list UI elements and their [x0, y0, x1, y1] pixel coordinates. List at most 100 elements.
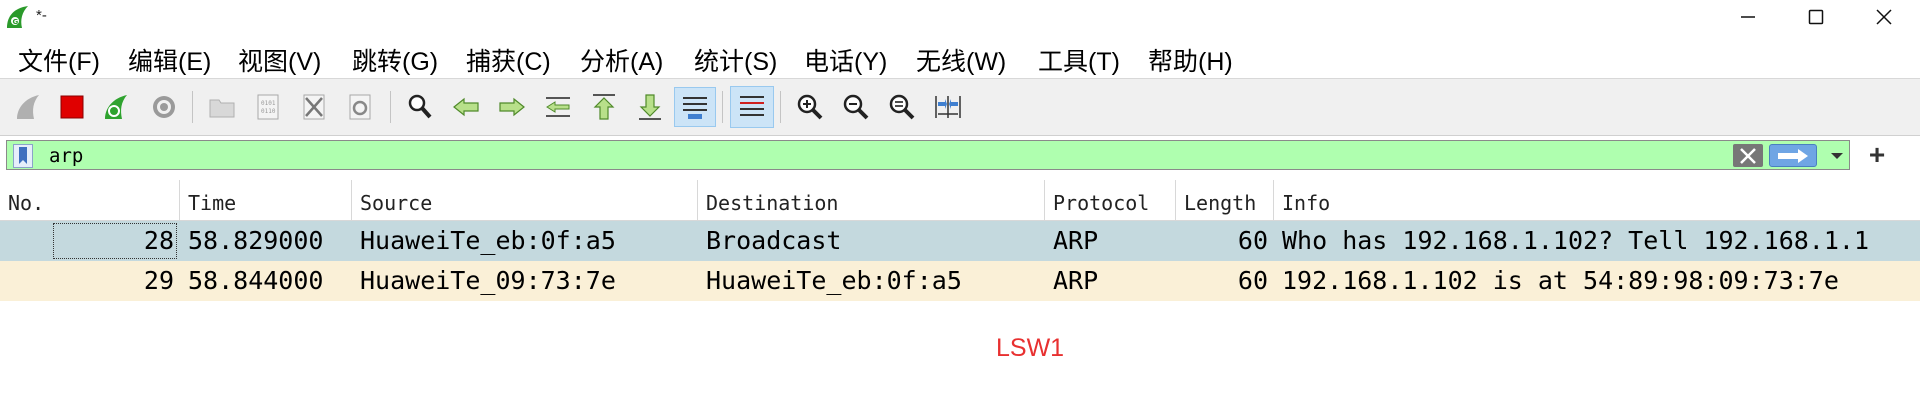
packet-destination: Broadcast [706, 226, 842, 255]
go-to-packet-button[interactable] [540, 89, 576, 125]
close-file-button[interactable] [296, 89, 332, 125]
find-packet-button[interactable] [402, 89, 438, 125]
title-bar: G *- [0, 0, 1920, 34]
zoom-normal-icon [889, 94, 915, 120]
filter-history-dropdown[interactable] [1827, 145, 1847, 167]
gear-icon [153, 96, 175, 118]
menu-view[interactable]: 视图(V) [236, 40, 323, 80]
arrow-down-icon [639, 94, 661, 120]
packet-info: 192.168.1.102 is at 54:89:98:09:73:7e [1282, 266, 1839, 295]
restart-capture-button[interactable] [98, 89, 134, 125]
menu-file[interactable]: 文件(F) [16, 40, 102, 80]
column-header-info[interactable]: Info [1274, 180, 1920, 220]
menu-go[interactable]: 跳转(G) [350, 40, 440, 80]
toolbar-separator [780, 91, 781, 123]
auto-scroll-icon [683, 97, 707, 119]
menu-analyze[interactable]: 分析(A) [578, 40, 665, 80]
shark-fin-icon [17, 95, 39, 119]
packet-protocol: ARP [1053, 266, 1099, 295]
maximize-button[interactable] [1780, 0, 1852, 34]
file-binary-icon: 01010110 [257, 94, 279, 120]
filter-text: arp [49, 145, 84, 167]
colorize-button[interactable] [730, 86, 774, 128]
menu-tools[interactable]: 工具(T) [1036, 40, 1122, 80]
menu-help[interactable]: 帮助(H) [1146, 40, 1235, 80]
packet-source: HuaweiTe_eb:0f:a5 [360, 226, 616, 255]
menu-wireless[interactable]: 无线(W) [914, 40, 1008, 80]
apply-filter-button[interactable] [1769, 144, 1817, 167]
packet-row[interactable]: 28 58.829000 HuaweiTe_eb:0f:a5 Broadcast… [0, 221, 1920, 261]
stop-capture-button[interactable] [54, 89, 90, 125]
column-header-protocol[interactable]: Protocol [1045, 180, 1176, 220]
reload-icon [349, 94, 371, 120]
save-file-button[interactable]: 0101 0110 [250, 89, 286, 125]
column-header-no[interactable]: No. [0, 180, 180, 220]
packet-source: HuaweiTe_09:73:7e [360, 266, 616, 295]
close-icon [1876, 9, 1892, 25]
close-file-icon [303, 94, 325, 120]
toolbar-separator [192, 91, 193, 123]
reload-file-button[interactable] [342, 89, 378, 125]
packet-no: 29 [143, 266, 174, 295]
packet-length: 60 [1237, 266, 1268, 295]
svg-text:0110: 0110 [261, 108, 276, 115]
column-header-length[interactable]: Length [1176, 180, 1274, 220]
svg-text:G: G [13, 18, 19, 26]
magnifier-icon [408, 94, 432, 119]
zoom-normal-button[interactable] [884, 89, 920, 125]
zoom-out-icon [843, 94, 869, 120]
maximize-icon [1808, 9, 1824, 25]
minimize-button[interactable] [1712, 0, 1784, 34]
arrow-right-icon [499, 97, 525, 117]
clear-x-icon [1740, 147, 1756, 164]
display-filter-input[interactable]: arp [6, 140, 1850, 170]
packet-length: 60 [1237, 226, 1268, 255]
svg-text:0101: 0101 [261, 100, 276, 107]
packet-time: 58.829000 [188, 226, 324, 255]
display-filter-bar: arp + [0, 136, 1920, 176]
toolbar-separator [722, 91, 723, 123]
add-filter-button[interactable]: + [1862, 140, 1892, 170]
go-last-button[interactable] [632, 89, 668, 125]
wireshark-app-icon: G [7, 6, 28, 28]
bookmark-icon[interactable] [13, 144, 33, 168]
menu-edit[interactable]: 编辑(E) [126, 40, 213, 80]
clear-filter-button[interactable] [1733, 144, 1763, 167]
arrow-left-icon [453, 97, 479, 117]
arrow-right-icon [1778, 148, 1808, 163]
go-forward-button[interactable] [494, 89, 530, 125]
open-file-button[interactable] [204, 89, 240, 125]
folder-icon [209, 99, 235, 118]
column-header-time[interactable]: Time [180, 180, 352, 220]
auto-scroll-button[interactable] [674, 87, 716, 127]
zoom-in-icon [797, 94, 823, 120]
resize-columns-button[interactable] [930, 89, 966, 125]
main-toolbar: 0101 0110 [0, 78, 1920, 136]
colorize-list-icon [740, 96, 764, 116]
menu-telephony[interactable]: 电话(Y) [802, 40, 889, 80]
go-to-packet-icon [546, 97, 570, 117]
packet-row[interactable]: 29 58.844000 HuaweiTe_09:73:7e HuaweiTe_… [0, 261, 1920, 301]
packet-info: Who has 192.168.1.102? Tell 192.168.1.1 [1282, 226, 1869, 255]
menu-capture[interactable]: 捕获(C) [464, 40, 553, 80]
arrow-up-icon [593, 94, 615, 120]
zoom-out-button[interactable] [838, 89, 874, 125]
annotation-label: LSW1 [996, 334, 1065, 362]
column-header-source[interactable]: Source [352, 180, 698, 220]
packet-list-header: No. Time Source Destination Protocol Len… [0, 180, 1920, 221]
packet-protocol: ARP [1053, 226, 1099, 255]
chevron-down-icon [1831, 153, 1843, 159]
packet-no: 28 [143, 226, 174, 255]
resize-columns-icon [935, 96, 961, 118]
minimize-icon [1741, 16, 1755, 18]
menu-statistics[interactable]: 统计(S) [692, 40, 779, 80]
zoom-in-button[interactable] [792, 89, 828, 125]
column-header-destination[interactable]: Destination [698, 180, 1045, 220]
capture-options-button[interactable] [146, 89, 182, 125]
go-first-button[interactable] [586, 89, 622, 125]
go-back-button[interactable] [448, 89, 484, 125]
packet-list: No. Time Source Destination Protocol Len… [0, 180, 1920, 301]
window-title: *- [36, 7, 47, 24]
close-button[interactable] [1848, 0, 1920, 34]
start-capture-button[interactable] [10, 89, 46, 125]
